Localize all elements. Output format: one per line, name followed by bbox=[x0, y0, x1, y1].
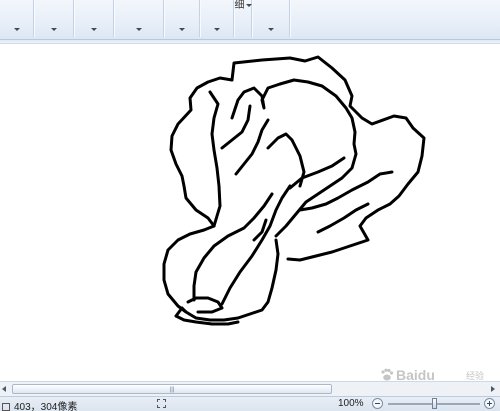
leaf-vein-5 bbox=[298, 170, 394, 212]
zoom-out-button[interactable] bbox=[372, 398, 383, 409]
horizontal-scrollbar[interactable]: ||| bbox=[0, 381, 500, 396]
ribbon: 细 bbox=[0, 0, 500, 40]
scrollbar-thumb[interactable]: ||| bbox=[12, 384, 332, 394]
dropdown-arrow-icon bbox=[13, 28, 20, 31]
ribbon-group-5[interactable] bbox=[164, 0, 200, 37]
scroll-left-icon[interactable] bbox=[2, 386, 6, 392]
stem-base-inner bbox=[186, 296, 224, 314]
scroll-right-icon[interactable] bbox=[491, 386, 495, 392]
dropdown-arrow-icon bbox=[135, 28, 142, 31]
zoom-level: 100% bbox=[338, 398, 364, 409]
cursor-position-icon bbox=[2, 403, 10, 411]
paint-window: 细 ||| Baidu 经验 403，304像素 100% bbox=[0, 0, 500, 411]
ribbon-group-4[interactable] bbox=[114, 0, 164, 37]
ribbon-group-2[interactable] bbox=[34, 0, 74, 37]
leaf-vein-3 bbox=[266, 132, 306, 188]
stem-base bbox=[174, 306, 240, 326]
leaf-vein-2 bbox=[234, 118, 270, 176]
selection-size-icon bbox=[157, 399, 166, 408]
dropdown-arrow-icon bbox=[245, 3, 252, 7]
dropdown-arrow-icon bbox=[213, 28, 220, 31]
cursor-position-text: 403，304像素 bbox=[14, 402, 78, 411]
line-width-button[interactable]: 细 bbox=[234, 0, 252, 37]
stem-inner-line-2 bbox=[220, 184, 292, 306]
drawing-canvas[interactable] bbox=[0, 45, 500, 381]
ribbon-group-3[interactable] bbox=[74, 0, 114, 37]
front-leaf-left-edge bbox=[208, 90, 222, 228]
dropdown-arrow-icon bbox=[90, 28, 97, 31]
cursor-position: 403，304像素 bbox=[2, 398, 77, 411]
bok-choy-drawing bbox=[162, 55, 426, 326]
zoom-in-button[interactable] bbox=[484, 398, 495, 409]
status-bar: 403，304像素 100% bbox=[0, 396, 500, 411]
dropdown-arrow-icon bbox=[50, 28, 57, 31]
left-leaf-outline bbox=[169, 76, 234, 228]
grip-icon: ||| bbox=[169, 387, 175, 393]
dropdown-arrow-icon bbox=[178, 28, 185, 31]
zoom-slider-thumb[interactable] bbox=[432, 398, 437, 409]
ribbon-group-1[interactable] bbox=[0, 0, 34, 37]
dropdown-arrow-icon bbox=[267, 28, 274, 31]
leaf-vein-1 bbox=[220, 104, 252, 150]
line-width-label: 细 bbox=[234, 0, 245, 11]
ribbon-bottom-edge bbox=[0, 40, 500, 44]
back-leaf-outline bbox=[230, 55, 426, 262]
ribbon-group-8[interactable] bbox=[252, 0, 290, 37]
